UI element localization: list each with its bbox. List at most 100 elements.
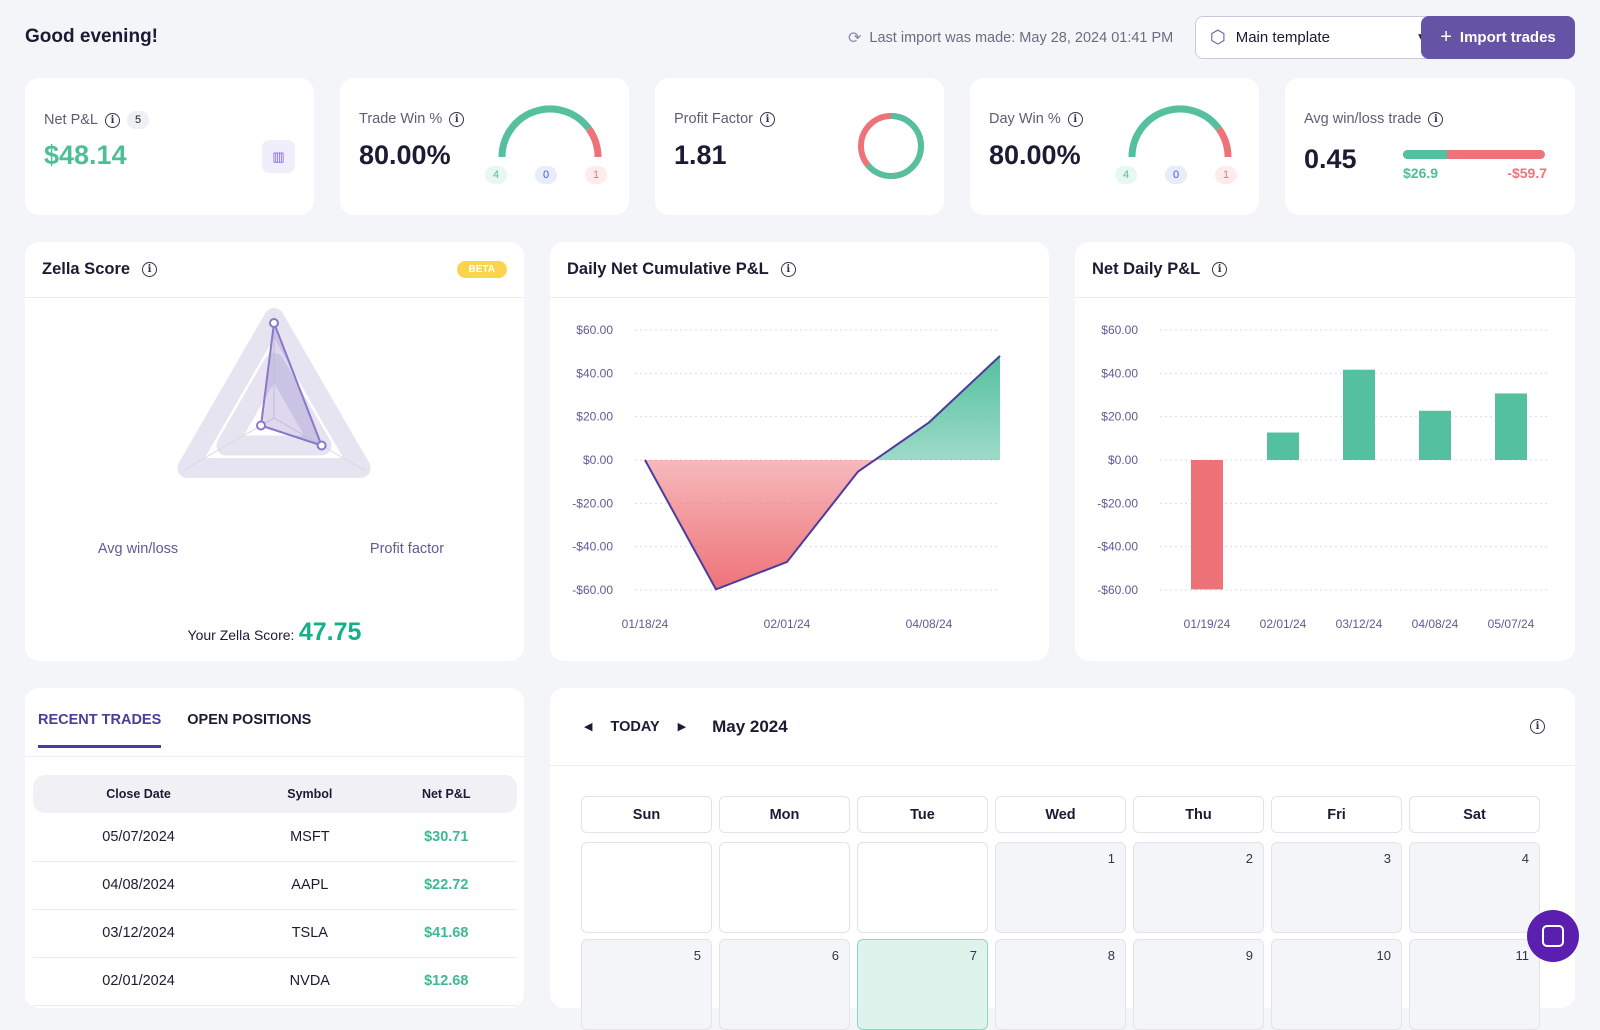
info-icon[interactable]: i	[1530, 719, 1545, 734]
gauge-loss-arc	[585, 126, 602, 158]
table-row[interactable]: 02/01/2024 NVDA $12.68	[33, 957, 517, 1006]
previous-month-icon[interactable]: ◀	[584, 720, 592, 733]
bar	[1191, 460, 1223, 590]
column-header[interactable]: Close Date	[33, 775, 245, 813]
today-button[interactable]: TODAY	[610, 719, 659, 735]
info-icon[interactable]: i	[1067, 111, 1083, 127]
radar-axis-label: Profit factor	[370, 541, 444, 557]
losses-badge: 1	[585, 166, 607, 184]
calendar-day[interactable]: 10	[1271, 939, 1402, 1030]
weekday-header: Thu	[1133, 796, 1264, 833]
y-tick-label: -$60.00	[1097, 583, 1138, 597]
net-pnl: $41.68	[375, 909, 517, 958]
net-pnl-value: $48.14	[44, 140, 127, 170]
calendar-day[interactable]: 9	[1133, 939, 1264, 1030]
column-header[interactable]: Symbol	[244, 775, 376, 813]
gauge-win-arc	[498, 105, 592, 158]
import-trades-button[interactable]: + Import trades	[1421, 16, 1575, 59]
info-icon[interactable]: i	[1212, 262, 1228, 277]
symbol: AAPL	[244, 861, 376, 910]
score-label: Your Zella Score:	[187, 627, 295, 643]
x-tick-label: 01/18/24	[622, 617, 669, 631]
y-tick-label: $20.00	[576, 410, 613, 424]
net-daily-pnl-chart: $60.00 $40.00 $20.00 $0.00 -$20.00 -$40.00 -$6…	[1097, 323, 1550, 631]
trades-table: Close Date Symbol Net P&L 05/07/2024 MSFT…	[33, 775, 517, 1006]
calendar-day[interactable]: 6	[719, 939, 850, 1030]
cube-icon: ⬡	[1210, 27, 1226, 47]
net-daily-pnl-card: Net Daily P&L i $60.00 $40.00 $20.00 $0.00 -$…	[1075, 242, 1575, 661]
template-value: Main template	[1235, 29, 1330, 46]
info-icon[interactable]: i	[1428, 111, 1444, 127]
weekday-header: Wed	[995, 796, 1126, 833]
avg-loss-value: -$59.7	[1507, 165, 1547, 181]
calendar-day[interactable]	[719, 842, 850, 933]
info-icon[interactable]: i	[759, 111, 775, 127]
calendar-day[interactable]	[857, 842, 988, 933]
chart-icon[interactable]: ▥	[262, 140, 295, 173]
calendar-day[interactable]: 4	[1409, 842, 1540, 933]
radar-point	[256, 420, 267, 431]
table-row[interactable]: 04/08/2024 AAPL $22.72	[33, 861, 517, 910]
y-tick-label: -$60.00	[572, 583, 613, 597]
calendar-day[interactable]: 1	[995, 842, 1126, 933]
day-win-value: 80.00%	[989, 140, 1081, 170]
net-pnl-card: Net P&L i 5 $48.14 ▥	[25, 78, 314, 215]
y-tick-label: $0.00	[1108, 453, 1138, 467]
gauge-win-arc	[1128, 105, 1222, 158]
y-tick-label: -$40.00	[572, 540, 613, 554]
symbol: NVDA	[244, 957, 376, 1006]
beta-badge: BETA	[456, 261, 507, 278]
avg-win-loss-value: 0.45	[1304, 144, 1357, 174]
negative-area	[645, 460, 1000, 590]
tab-recent-trades[interactable]: RECENT TRADES	[38, 688, 162, 748]
day-win-card: Day Win % i 80.00% 4 0 1	[970, 78, 1259, 215]
info-icon[interactable]: i	[142, 262, 158, 277]
trade-count-badge: 5	[127, 111, 149, 129]
calendar-day[interactable]	[581, 842, 712, 933]
wins-badge: 4	[485, 166, 507, 184]
info-icon[interactable]: i	[105, 112, 120, 128]
weekday-header: Tue	[857, 796, 988, 833]
column-header[interactable]: Net P&L	[375, 775, 517, 813]
calendar-day[interactable]: 3	[1271, 842, 1402, 933]
y-tick-label: $40.00	[576, 366, 613, 380]
trade-win-card: Trade Win % i 80.00% 4 0 1	[340, 78, 629, 215]
symbol: MSFT	[244, 813, 376, 862]
profit-factor-donut	[858, 113, 924, 179]
close-date: 05/07/2024	[33, 813, 245, 862]
trade-win-value: 80.00%	[359, 140, 451, 170]
kpi-label: Net P&L	[44, 112, 98, 128]
refresh-icon[interactable]: ⟳	[848, 28, 861, 48]
calendar-day[interactable]: 2	[1133, 842, 1264, 933]
x-tick-label: 03/12/24	[1336, 617, 1383, 631]
losses-badge: 1	[1215, 166, 1237, 184]
chat-support-button[interactable]	[1527, 910, 1579, 962]
calendar-day[interactable]: 8	[995, 939, 1126, 1030]
even-badge: 0	[1165, 166, 1187, 184]
bar	[1495, 393, 1527, 460]
bar	[1343, 369, 1375, 460]
day-win-gauge	[1128, 105, 1232, 158]
tab-open-positions[interactable]: OPEN POSITIONS	[187, 688, 311, 756]
template-select[interactable]: ⬡ Main template ▼	[1195, 16, 1441, 59]
last-import-text: Last import was made: May 28, 2024 01:41…	[869, 30, 1174, 46]
x-tick-label: 05/07/24	[1488, 617, 1535, 631]
trades-card: RECENT TRADES OPEN POSITIONS Close Date …	[25, 688, 524, 1008]
calendar-card: ◀ TODAY ▶ May 2024 i Sun Mon Tue Wed Thu Fri S…	[550, 688, 1575, 1030]
kpi-label: Avg win/loss trade	[1304, 111, 1422, 127]
radar-point	[269, 318, 279, 328]
next-month-icon[interactable]: ▶	[678, 720, 686, 733]
plus-icon: +	[1440, 26, 1452, 48]
calendar-day[interactable]: 5	[581, 939, 712, 1030]
zella-score-card: Zella ScoreiBETA Win %Profit factorAvg w…	[25, 242, 524, 661]
info-icon[interactable]: i	[449, 111, 465, 127]
y-tick-label: -$40.00	[1097, 540, 1138, 554]
calendar-day[interactable]: 7	[857, 939, 988, 1030]
table-row[interactable]: 03/12/2024 TSLA $41.68	[33, 909, 517, 958]
info-icon[interactable]: i	[780, 262, 796, 277]
calendar-day[interactable]: 11	[1409, 939, 1540, 1030]
score-value: 47.75	[298, 618, 362, 646]
table-row[interactable]: 05/07/2024 MSFT $30.71	[33, 813, 517, 862]
radar-axis-label: Avg win/loss	[98, 541, 178, 557]
close-date: 04/08/2024	[33, 861, 245, 910]
